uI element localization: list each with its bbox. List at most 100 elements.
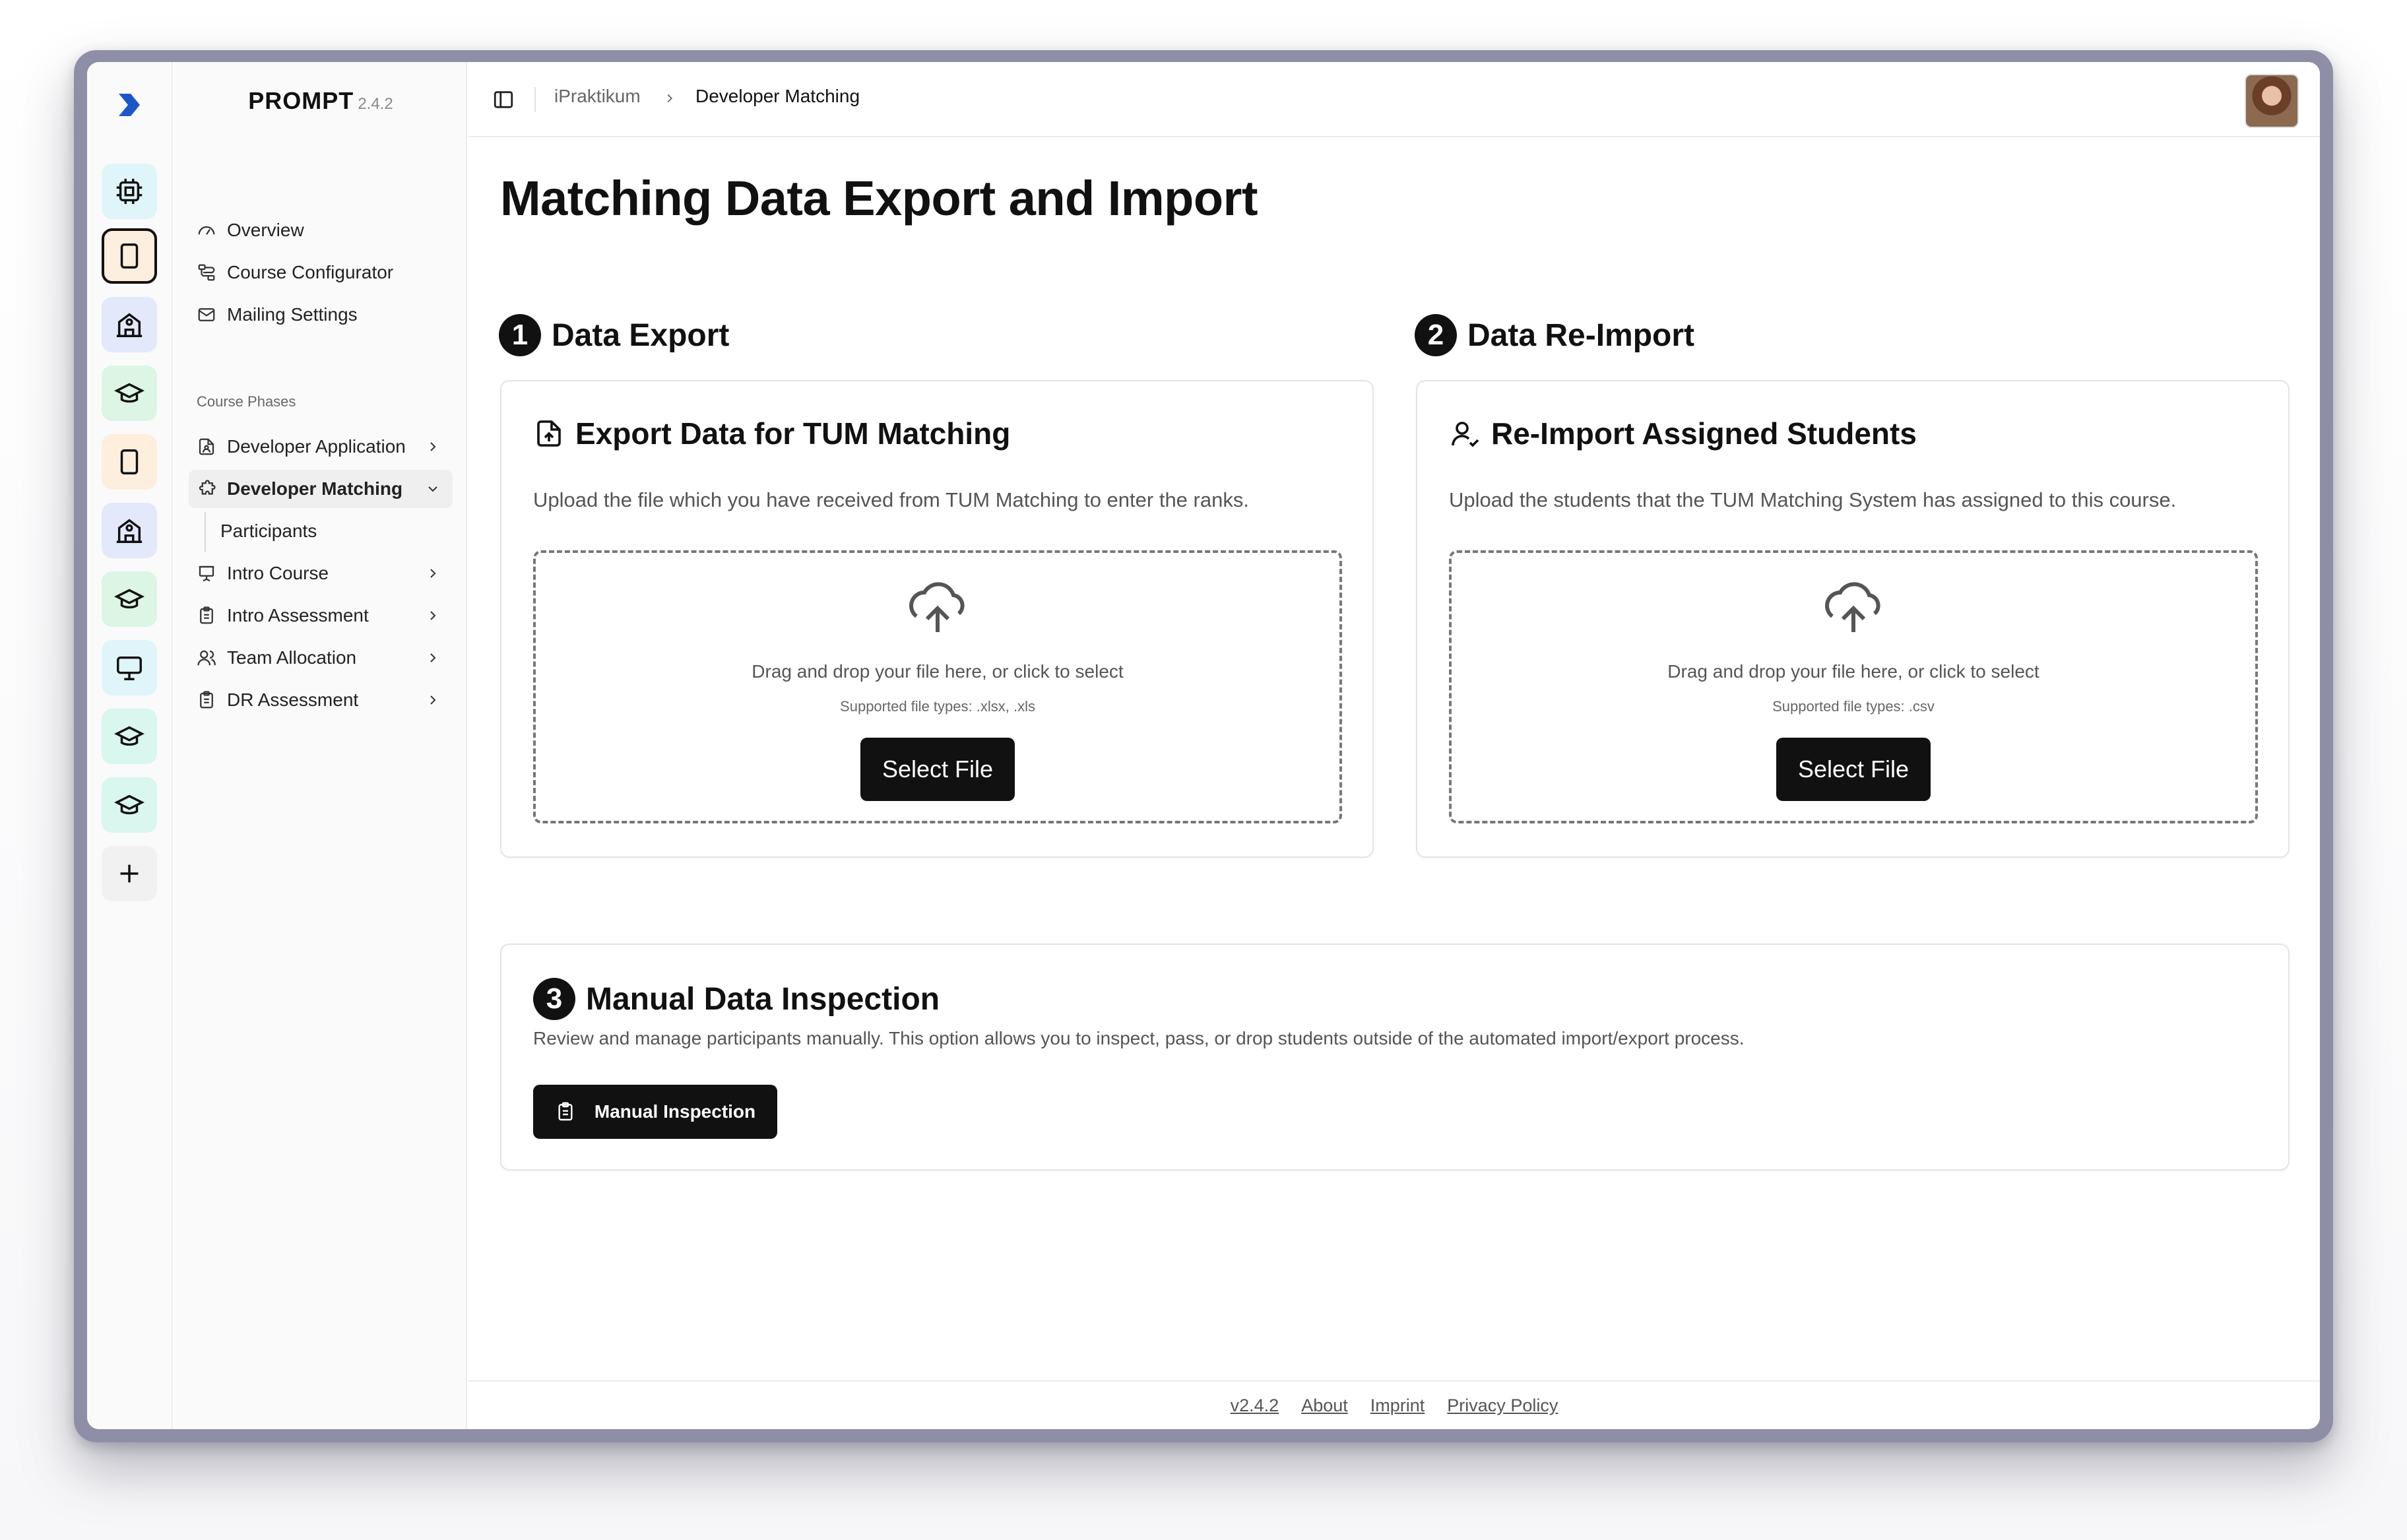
rail-course-cpu[interactable] (102, 164, 157, 219)
sidebar-item-dr-assessment[interactable]: DR Assessment (189, 681, 453, 719)
footer-about-link[interactable]: About (1301, 1396, 1348, 1416)
school-icon (116, 519, 143, 543)
course-phases-heading: Course Phases (197, 393, 296, 410)
sidebar-item-label: Overview (227, 220, 304, 240)
inspection-heading: 3 Manual Data Inspection (533, 978, 940, 1020)
sidebar-item-label: Mailing Settings (227, 304, 358, 325)
submenu-guide-line (205, 512, 206, 552)
dropzone-instruction: Drag and drop your file here, or click t… (1667, 661, 2039, 682)
sidebar-item-label: DR Assessment (227, 690, 359, 710)
sidebar-item-label: Developer Application (227, 436, 406, 457)
clipboard-icon (200, 606, 213, 624)
sidebar-item-developer-matching[interactable]: Developer Matching (189, 470, 453, 508)
export-card-title: Export Data for TUM Matching (533, 416, 1010, 451)
rail-course-school-2[interactable] (102, 503, 157, 558)
footer-imprint-link[interactable]: Imprint (1370, 1396, 1425, 1416)
rail-course-tablet-active[interactable] (102, 228, 157, 284)
avatar[interactable] (2245, 74, 2299, 128)
graduation-cap-icon (114, 589, 144, 609)
export-card-title-text: Export Data for TUM Matching (575, 416, 1011, 451)
sidebar-toggle-icon[interactable] (492, 88, 515, 111)
footer-version-link[interactable]: v2.4.2 (1231, 1396, 1279, 1416)
chevron-right-icon (430, 569, 436, 578)
sidebar: PROMPT 2.4.2 Overview Course Configurator… (174, 62, 467, 1429)
inspection-description: Review and manage participants manually.… (533, 1028, 1745, 1048)
export-card: Export Data for TUM Matching Upload the … (500, 380, 1374, 858)
cpu-icon (116, 178, 143, 205)
prompt-logo-icon[interactable] (112, 88, 145, 121)
inspection-card: 3 Manual Data Inspection Review and mana… (500, 944, 2290, 1171)
graduation-cap-icon (114, 383, 144, 403)
rail-course-school[interactable] (102, 297, 157, 352)
chevron-right-icon (430, 611, 436, 620)
cloud-upload-icon (1825, 582, 1880, 632)
sidebar-item-label: Intro Assessment (227, 605, 369, 626)
page-title: Matching Data Export and Import (500, 171, 1258, 226)
topbar-divider (534, 87, 536, 112)
school-icon (116, 313, 143, 337)
workflow-icon (198, 264, 215, 281)
reimport-card: Re-Import Assigned Students Upload the s… (1416, 380, 2290, 858)
app-window: PROMPT 2.4.2 Overview Course Configurator… (87, 62, 2320, 1429)
sidebar-item-team-allocation[interactable]: Team Allocation (189, 639, 453, 677)
chevron-right-icon (667, 94, 673, 103)
chevron-right-icon (430, 653, 436, 662)
clipboard-icon (558, 1102, 573, 1121)
breadcrumb-parent[interactable]: iPraktikum (554, 86, 641, 107)
clipboard-icon (200, 691, 213, 709)
manual-inspection-label: Manual Inspection (594, 1101, 756, 1122)
chevron-down-icon (428, 486, 437, 492)
step-number-badge: 1 (499, 314, 541, 356)
select-file-button[interactable]: Select File (860, 738, 1015, 801)
rail-course-tablet[interactable] (102, 434, 157, 490)
dropzone-file-types: Supported file types: .xlsx, .xls (840, 698, 1035, 715)
rail-course-graduation-3[interactable] (102, 709, 157, 764)
rail-course-graduation[interactable] (102, 366, 157, 421)
step-number-badge: 3 (533, 978, 575, 1020)
chevron-right-icon (430, 695, 436, 705)
reimport-step-title: Data Re-Import (1467, 317, 1695, 353)
sidebar-item-overview[interactable]: Overview (189, 211, 453, 249)
cloud-upload-icon (909, 582, 965, 632)
reimport-step-heading: 2 Data Re-Import (1415, 314, 1694, 356)
sidebar-item-label: Intro Course (227, 563, 329, 583)
reimport-card-title: Re-Import Assigned Students (1449, 416, 1917, 451)
dropzone-file-types: Supported file types: .csv (1772, 698, 1935, 715)
users-icon (197, 650, 216, 666)
sidebar-subitem-participants[interactable]: Participants (212, 512, 453, 550)
puzzle-icon (199, 480, 216, 495)
step-number-badge: 2 (1415, 314, 1457, 356)
app-version: 2.4.2 (358, 95, 393, 113)
sidebar-item-label: Course Configurator (227, 262, 394, 282)
rail-course-graduation-2[interactable] (102, 571, 157, 627)
gauge-icon (198, 226, 215, 235)
graduation-cap-icon (114, 794, 144, 815)
tablet-icon (120, 243, 139, 269)
export-dropzone[interactable]: Drag and drop your file here, or click t… (533, 550, 1342, 823)
brand: PROMPT 2.4.2 (174, 87, 467, 115)
sidebar-item-intro-assessment[interactable]: Intro Assessment (189, 596, 453, 635)
dropzone-instruction: Drag and drop your file here, or click t… (752, 661, 1124, 682)
reimport-description: Upload the students that the TUM Matchin… (1449, 488, 2177, 511)
reimport-card-title-text: Re-Import Assigned Students (1491, 416, 1917, 451)
top-bar: iPraktikum Developer Matching (468, 62, 2320, 137)
select-file-button[interactable]: Select File (1776, 738, 1931, 801)
breadcrumb-current: Developer Matching (695, 86, 860, 106)
sidebar-item-developer-application[interactable]: Developer Application (189, 428, 453, 466)
export-description: Upload the file which you have received … (533, 488, 1249, 511)
sidebar-item-course-configurator[interactable]: Course Configurator (189, 253, 453, 292)
add-course-button[interactable] (102, 846, 157, 901)
footer-privacy-link[interactable]: Privacy Policy (1447, 1396, 1558, 1416)
presentation-icon (199, 565, 214, 582)
footer: v2.4.2 About Imprint Privacy Policy (468, 1380, 2320, 1429)
export-step-title: Data Export (552, 317, 730, 353)
rail-course-graduation-4[interactable] (102, 777, 157, 833)
app-name: PROMPT (248, 87, 354, 114)
sidebar-item-label: Participants (220, 521, 317, 541)
sidebar-item-mailing-settings[interactable]: Mailing Settings (189, 296, 453, 334)
reimport-dropzone[interactable]: Drag and drop your file here, or click t… (1449, 550, 2258, 823)
manual-inspection-button[interactable]: Manual Inspection (533, 1085, 777, 1139)
export-step-heading: 1 Data Export (499, 314, 729, 356)
rail-course-monitor[interactable] (102, 640, 157, 695)
sidebar-item-intro-course[interactable]: Intro Course (189, 554, 453, 593)
